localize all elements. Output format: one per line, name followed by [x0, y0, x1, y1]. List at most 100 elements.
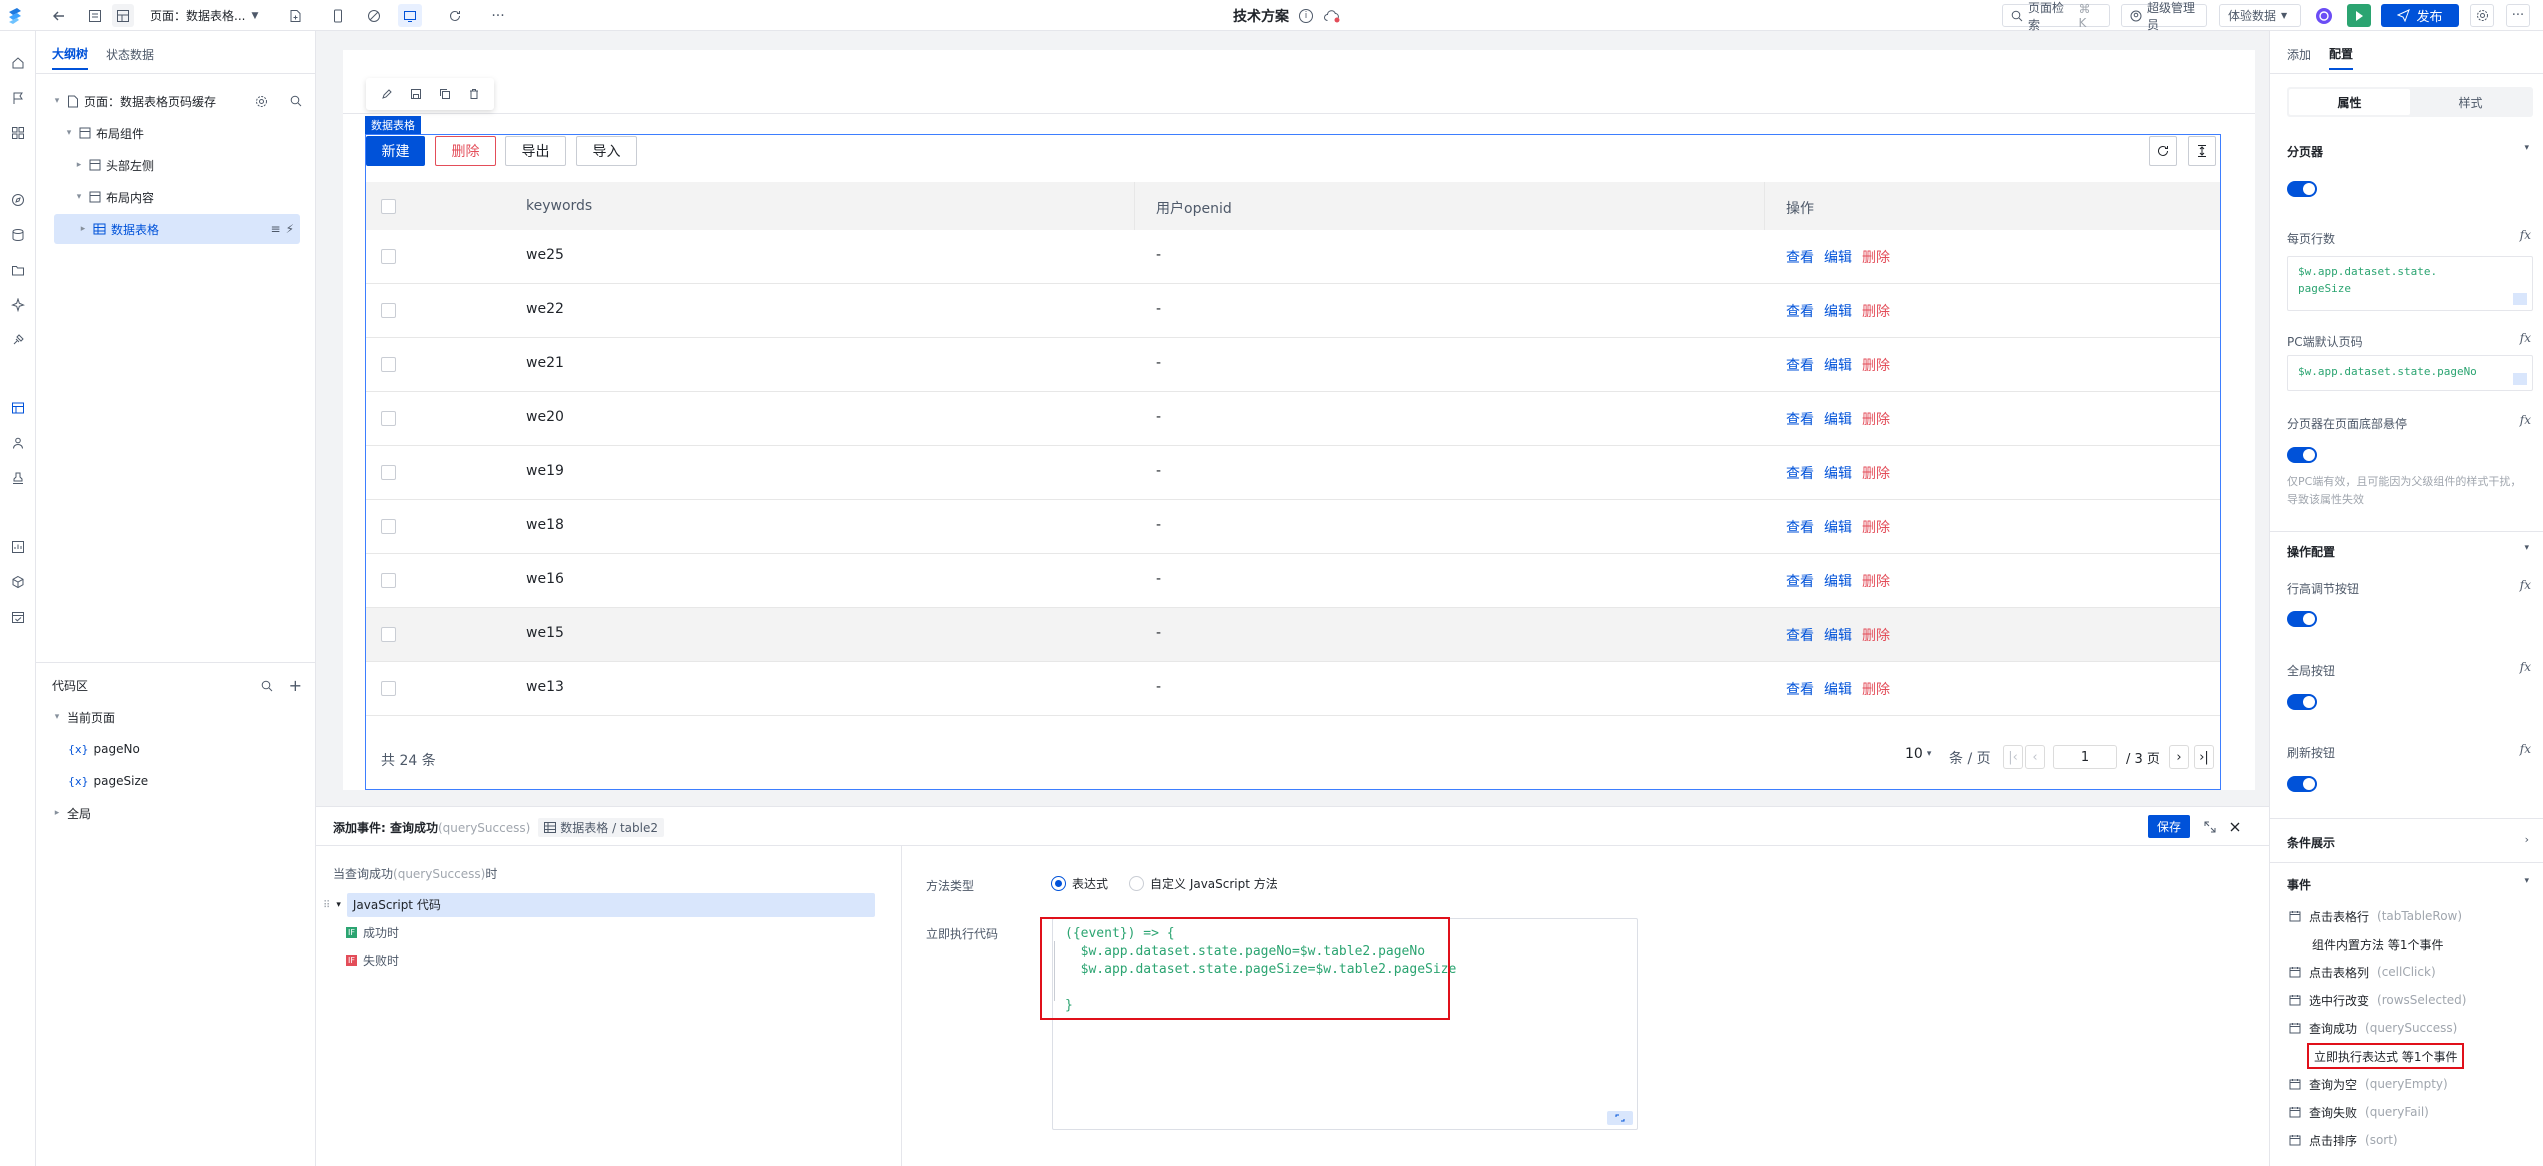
edit-pencil-icon[interactable]	[381, 88, 393, 100]
tree-node-layout-content[interactable]: ▾ 布局内容	[74, 182, 154, 212]
preview-play-icon[interactable]	[2347, 4, 2371, 27]
home-icon[interactable]	[6, 51, 30, 75]
cube-icon[interactable]	[6, 570, 30, 594]
table-row[interactable]: we16 - 查看 编辑 删除	[366, 554, 2220, 608]
publish-button[interactable]: 发布	[2381, 4, 2459, 27]
chevron-right-icon[interactable]: ›	[2525, 833, 2529, 846]
row-height-icon[interactable]	[2188, 136, 2216, 166]
row-checkbox[interactable]	[381, 357, 396, 372]
compass-icon[interactable]	[6, 188, 30, 212]
back-arrow-icon[interactable]	[48, 4, 70, 27]
tree-node-header-left[interactable]: ▸ 头部左侧	[74, 150, 154, 180]
link-edit[interactable]: 编辑	[1824, 355, 1852, 375]
page-selector[interactable]: 页面：数据表格... ▼	[150, 4, 274, 27]
code-variable-pagesize[interactable]: {x} pageSize	[68, 766, 148, 796]
close-icon[interactable]	[2230, 822, 2240, 832]
link-delete[interactable]: 删除	[1862, 463, 1890, 483]
tree-node-data-table[interactable]: ▸ 数据表格 ≡ ⚡	[54, 214, 300, 244]
first-page-icon[interactable]: |‹	[2003, 745, 2023, 769]
select-all-checkbox[interactable]	[381, 199, 396, 214]
env-selector[interactable]: 体验数据 ▼	[2219, 4, 2301, 27]
trash-icon[interactable]	[468, 88, 480, 100]
event-item[interactable]: 选中行改变 (rowsSelected)	[2289, 990, 2466, 1010]
fx-icon[interactable]: fx	[2520, 578, 2531, 592]
sticky-toggle[interactable]	[2287, 447, 2317, 463]
tab-add[interactable]: 添加	[2287, 46, 2311, 69]
link-view[interactable]: 查看	[1786, 355, 1814, 375]
pc-page-field[interactable]: $w.app.dataset.state.pageNo	[2287, 355, 2533, 391]
radio-custom-js[interactable]: 自定义 JavaScript 方法	[1129, 875, 1278, 892]
branch-success[interactable]: IF 成功时	[346, 924, 399, 941]
table-row[interactable]: we21 - 查看 编辑 删除	[366, 338, 2220, 392]
expand-field-icon[interactable]	[2513, 293, 2527, 305]
fx-icon[interactable]: fx	[2520, 331, 2531, 345]
link-delete[interactable]: 删除	[1862, 355, 1890, 375]
sparkle-icon[interactable]	[6, 293, 30, 317]
desktop-view-icon[interactable]	[398, 4, 422, 27]
table-refresh-icon[interactable]	[2149, 136, 2177, 166]
link-edit[interactable]: 编辑	[1824, 571, 1852, 591]
link-view[interactable]: 查看	[1786, 517, 1814, 537]
more-menu-icon[interactable]: ···	[2506, 4, 2530, 27]
link-view[interactable]: 查看	[1786, 301, 1814, 321]
link-edit[interactable]: 编辑	[1824, 517, 1852, 537]
tree-node-page[interactable]: ▾ 页面：数据表格页码缓存	[52, 86, 302, 116]
user-button[interactable]: 超级管理员	[2121, 1, 2207, 32]
link-edit[interactable]: 编辑	[1824, 463, 1852, 483]
link-delete[interactable]: 删除	[1862, 679, 1890, 699]
drag-handle-icon[interactable]: ⠿	[323, 900, 330, 911]
link-edit[interactable]: 编辑	[1824, 625, 1852, 645]
chevron-down-icon[interactable]: ▾	[2524, 143, 2529, 153]
tablet-view-icon[interactable]	[363, 4, 385, 27]
code-variable-pageno[interactable]: {x} pageNo	[68, 734, 140, 764]
layout-icon[interactable]	[112, 4, 134, 27]
fx-icon[interactable]: fx	[2520, 413, 2531, 427]
table-row[interactable]: we22 - 查看 编辑 删除	[366, 284, 2220, 338]
code-node-global[interactable]: ▸ 全局	[52, 798, 91, 828]
rows-per-page-field[interactable]: $w.app.dataset.state. pageSize	[2287, 256, 2533, 311]
database-icon[interactable]	[6, 223, 30, 247]
mobile-view-icon[interactable]	[327, 4, 349, 27]
link-delete[interactable]: 删除	[1862, 625, 1890, 645]
expand-icon[interactable]	[2204, 821, 2216, 833]
event-handler-summary[interactable]: 立即执行表达式 等1个事件	[2306, 1043, 2465, 1069]
fx-icon[interactable]: fx	[2520, 228, 2531, 242]
event-item[interactable]: 查询为空 (queryEmpty)	[2289, 1074, 2448, 1094]
link-view[interactable]: 查看	[1786, 571, 1814, 591]
export-button[interactable]: 导出	[505, 136, 566, 166]
more-icon[interactable]: ···	[487, 4, 509, 27]
link-delete[interactable]: 删除	[1862, 409, 1890, 429]
page-size-select[interactable]: 10 ▾	[1905, 746, 1931, 762]
last-page-icon[interactable]: ›|	[2194, 745, 2214, 769]
fullscreen-code-icon[interactable]	[1607, 1111, 1633, 1125]
fullscreen-toggle[interactable]	[2287, 694, 2317, 710]
row-checkbox[interactable]	[381, 249, 396, 264]
report-icon[interactable]	[6, 535, 30, 559]
tab-config[interactable]: 配置	[2329, 45, 2354, 70]
delete-button[interactable]: 删除	[435, 136, 496, 166]
component-breadcrumb[interactable]: 数据表格 / table2	[538, 817, 664, 837]
link-view[interactable]: 查看	[1786, 625, 1814, 645]
branch-fail[interactable]: IF 失败时	[346, 952, 399, 969]
link-delete[interactable]: 删除	[1862, 247, 1890, 267]
link-view[interactable]: 查看	[1786, 247, 1814, 267]
expand-field-icon[interactable]	[2513, 373, 2527, 385]
calendar-check-icon[interactable]	[6, 605, 30, 629]
tree-node-layout[interactable]: ▾ 布局组件	[64, 118, 144, 148]
gear-icon[interactable]	[255, 95, 268, 108]
link-view[interactable]: 查看	[1786, 463, 1814, 483]
link-delete[interactable]: 删除	[1862, 571, 1890, 591]
hide-toggle-icon[interactable]: ⚡	[286, 222, 294, 236]
save-icon[interactable]	[410, 88, 422, 100]
new-button[interactable]: 新建	[366, 136, 425, 166]
search-icon[interactable]	[290, 95, 302, 107]
link-edit[interactable]: 编辑	[1824, 679, 1852, 699]
link-edit[interactable]: 编辑	[1824, 409, 1852, 429]
chevron-down-icon[interactable]: ▾	[2524, 543, 2529, 553]
page-number-input[interactable]: 1	[2053, 745, 2117, 769]
fx-icon[interactable]: fx	[2520, 660, 2531, 674]
row-checkbox[interactable]	[381, 519, 396, 534]
refresh-icon[interactable]	[444, 4, 466, 27]
fx-icon[interactable]: fx	[2520, 742, 2531, 756]
ai-assistant-icon[interactable]	[2313, 4, 2335, 27]
